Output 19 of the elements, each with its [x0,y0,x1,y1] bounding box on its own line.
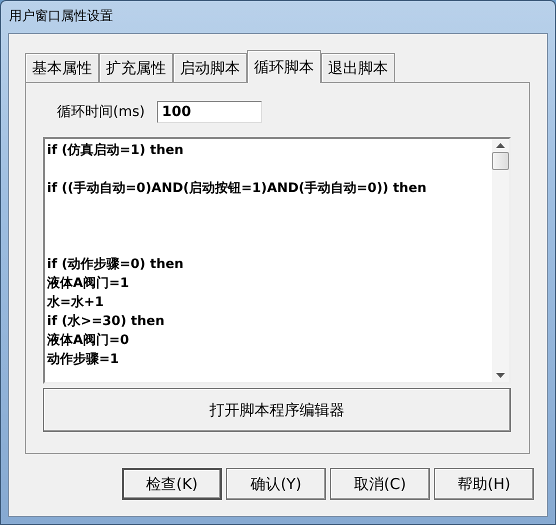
dialog-button[interactable]: 检查(K) [122,468,222,500]
window-title: 用户窗口属性设置 [8,8,114,26]
scroll-down-icon[interactable] [496,373,505,378]
tab[interactable]: 退出脚本 [321,53,395,82]
scroll-thumb[interactable] [492,152,509,170]
dialog-button[interactable]: 取消(C) [330,468,430,500]
tab[interactable]: 基本属性 [25,53,99,82]
open-editor-button[interactable]: 打开脚本程序编辑器 [43,388,511,432]
dialog-button[interactable]: 确认(Y) [226,468,326,500]
tab[interactable]: 扩充属性 [99,53,173,82]
script-text: if (仿真启动=1) then if ((手动自动=0)AND(启动按钮=1)AND(手动自动=0)) then if (动作步骤=0) then 液体A阀门=1 水=水+1 if (水>=30) then 液体A阀门=0 动作步骤=1 [46,142,428,369]
tab[interactable]: 循环脚本 [247,50,321,83]
tab[interactable]: 启动脚本 [173,53,247,82]
script-editor[interactable]: if (仿真启动=1) then if ((手动自动=0)AND(启动按钮=1)AND(手动自动=0)) then if (动作步骤=0) then 液体A阀门=1 水=水+1 if (水>=30) then 液体A阀门=0 动作步骤=1 [43,137,511,384]
cycle-time-label: 循环时间(ms) [57,103,145,121]
cycle-time-field[interactable]: 100 [156,101,262,123]
scroll-up-icon[interactable] [496,143,505,148]
dialog-button[interactable]: 帮助(H) [434,468,534,500]
scrollbar[interactable] [492,139,509,382]
